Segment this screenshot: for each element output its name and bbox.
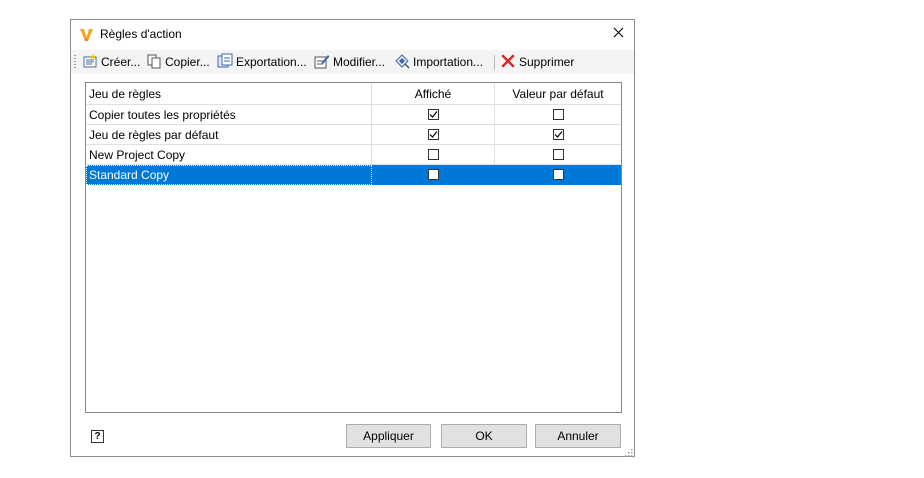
check-icon: [429, 111, 437, 118]
check-icon: [429, 131, 437, 138]
edit-button[interactable]: Modifier...: [314, 52, 385, 72]
resize-grip-icon[interactable]: [624, 446, 633, 457]
copy-button[interactable]: Copier...: [146, 52, 210, 72]
copy-label: Copier...: [165, 55, 210, 69]
apply-button[interactable]: Appliquer: [346, 424, 431, 448]
default-checkbox[interactable]: [552, 169, 564, 180]
default-checkbox[interactable]: [552, 129, 564, 140]
delete-label: Supprimer: [519, 55, 575, 69]
title-bar[interactable]: Règles d'action: [71, 20, 634, 49]
rule-sets-table: Jeu de règles Affiché Valeur par défaut …: [85, 82, 622, 413]
import-label: Importation...: [413, 55, 484, 69]
displayed-checkbox[interactable]: [427, 129, 439, 140]
export-label: Exportation...: [236, 55, 307, 69]
ok-button[interactable]: OK: [441, 424, 527, 448]
displayed-checkbox[interactable]: [427, 149, 439, 160]
displayed-checkbox[interactable]: [427, 109, 439, 120]
check-icon: [554, 131, 562, 138]
cancel-button[interactable]: Annuler: [535, 424, 621, 448]
create-icon: [82, 53, 98, 72]
table-header: Jeu de règles Affiché Valeur par défaut: [86, 83, 621, 105]
close-icon: [613, 27, 624, 41]
column-header-default[interactable]: Valeur par défaut: [495, 83, 621, 105]
rule-set-name: Standard Copy: [86, 165, 372, 185]
help-button[interactable]: ?: [91, 430, 104, 443]
close-button[interactable]: [606, 23, 630, 45]
table-row[interactable]: Jeu de règles par défaut: [86, 125, 621, 145]
create-label: Créer...: [101, 55, 141, 69]
default-checkbox[interactable]: [552, 149, 564, 160]
create-button[interactable]: Créer...: [82, 52, 140, 72]
rule-set-name: New Project Copy: [86, 145, 372, 165]
edit-icon: [314, 53, 330, 72]
default-checkbox[interactable]: [552, 109, 564, 120]
delete-icon: [500, 53, 516, 72]
window-title: Règles d'action: [100, 27, 182, 41]
export-icon: [217, 53, 233, 72]
column-header-displayed[interactable]: Affiché: [372, 83, 495, 105]
rule-set-name: Copier toutes les propriétés: [86, 105, 372, 125]
edit-label: Modifier...: [333, 55, 386, 69]
toolbar: Créer... Copier... Exportation... Modifi…: [71, 50, 634, 74]
toolbar-separator: [494, 55, 495, 70]
table-row[interactable]: Copier toutes les propriétés: [86, 105, 621, 125]
import-button[interactable]: Importation...: [394, 52, 483, 72]
displayed-checkbox[interactable]: [427, 169, 439, 180]
vault-app-icon: [79, 27, 94, 42]
delete-button[interactable]: Supprimer: [500, 52, 574, 72]
rule-set-name: Jeu de règles par défaut: [86, 125, 372, 145]
action-rules-dialog: Règles d'action Créer... Copier... Expor…: [70, 19, 635, 457]
column-header-rule-set[interactable]: Jeu de règles: [86, 83, 372, 105]
table-row[interactable]: New Project Copy: [86, 145, 621, 165]
copy-icon: [146, 53, 162, 72]
table-row-selected[interactable]: Standard Copy: [86, 165, 621, 185]
toolbar-grip[interactable]: [74, 55, 76, 69]
import-icon: [394, 53, 410, 72]
export-button[interactable]: Exportation...: [217, 52, 307, 72]
